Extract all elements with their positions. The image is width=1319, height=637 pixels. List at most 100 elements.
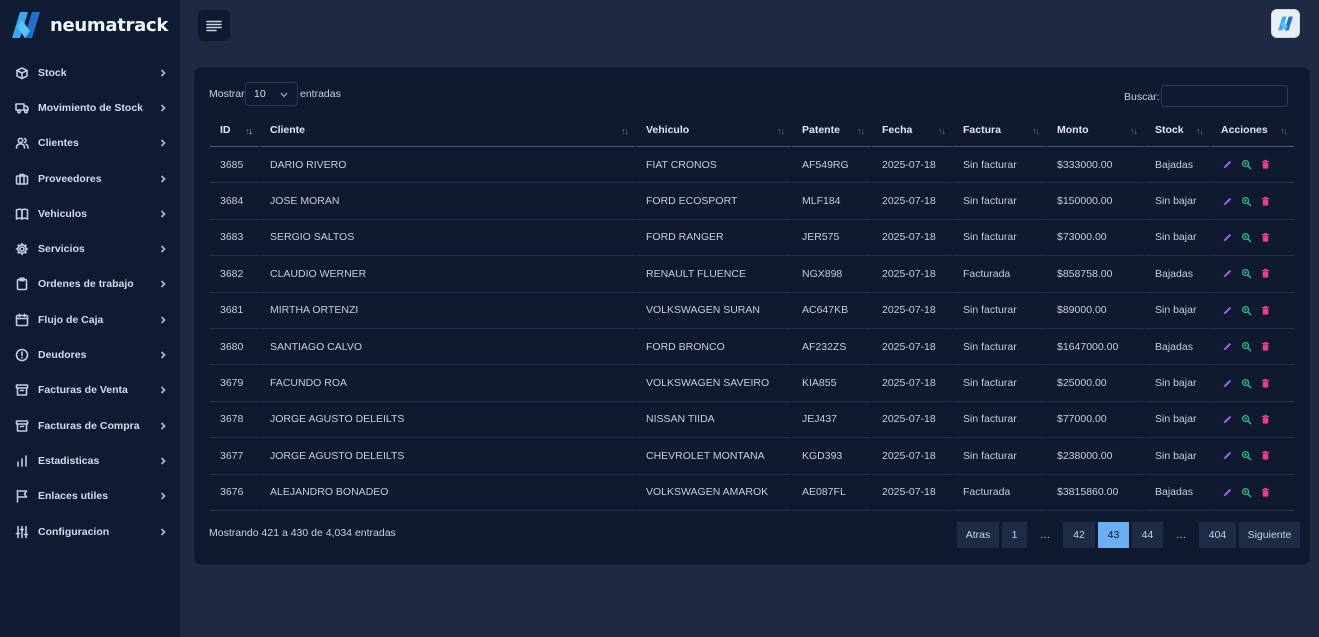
column-header-factura[interactable]: Factura ↑↓ — [953, 114, 1047, 147]
column-header-monto[interactable]: Monto ↑↓ — [1047, 114, 1145, 147]
view-icon[interactable] — [1240, 486, 1253, 499]
cell-cliente: DARIO RIVERO — [260, 147, 636, 184]
column-header-label: Cliente — [270, 124, 306, 136]
briefcase-icon — [14, 171, 29, 186]
cell-vehiculo: CHEVROLET MONTANA — [636, 438, 792, 475]
edit-icon[interactable] — [1221, 231, 1234, 244]
cell-patente: MLF184 — [792, 183, 872, 220]
page-button[interactable]: 404 — [1199, 522, 1236, 548]
delete-icon[interactable] — [1259, 486, 1272, 499]
sidebar-item-estadisticas[interactable]: Estadisticas — [0, 443, 180, 478]
sort-icon: ↑↓ — [777, 126, 785, 136]
page-button[interactable]: 44 — [1132, 522, 1163, 548]
edit-icon[interactable] — [1221, 267, 1234, 280]
flag-icon — [14, 489, 29, 504]
view-icon[interactable] — [1240, 304, 1253, 317]
page-button-current[interactable]: 43 — [1098, 522, 1129, 548]
column-header-fecha[interactable]: Fecha ↑↓ — [872, 114, 953, 147]
page-size-select[interactable]: 10 — [245, 82, 298, 106]
delete-icon[interactable] — [1259, 304, 1272, 317]
cell-acciones — [1211, 365, 1295, 402]
prev-page-button[interactable]: Atras — [957, 522, 999, 548]
cell-monto: $333000.00 — [1047, 147, 1145, 184]
chevron-right-icon — [158, 209, 168, 219]
view-icon[interactable] — [1240, 267, 1253, 280]
edit-icon[interactable] — [1221, 377, 1234, 390]
sidebar-item-movimiento-de-stock[interactable]: Movimiento de Stock — [0, 90, 180, 125]
sidebar-item-deudores[interactable]: Deudores — [0, 337, 180, 372]
column-header-vehiculo[interactable]: Vehiculo ↑↓ — [636, 114, 792, 147]
page-button[interactable]: 1 — [1002, 522, 1027, 548]
edit-icon[interactable] — [1221, 195, 1234, 208]
menu-toggle-button[interactable] — [198, 10, 230, 41]
sort-icon: ↑↓ — [1196, 126, 1204, 136]
sort-icon: ↑↓ — [1280, 126, 1288, 136]
cell-patente: AF232ZS — [792, 328, 872, 366]
sidebar-item-label: Servicios — [38, 243, 85, 256]
view-icon[interactable] — [1240, 158, 1253, 171]
sidebar-item-proveedores[interactable]: Proveedores — [0, 161, 180, 196]
chevron-right-icon — [158, 174, 168, 184]
cell-vehiculo: RENAULT FLUENCE — [636, 256, 792, 293]
sidebar-item-facturas-de-venta[interactable]: Facturas de Venta — [0, 373, 180, 408]
column-header-acciones[interactable]: Acciones ↑↓ — [1211, 114, 1295, 147]
sidebar-item-enlaces-utiles[interactable]: Enlaces utiles — [0, 479, 180, 514]
edit-icon[interactable] — [1221, 340, 1234, 353]
column-header-id[interactable]: ID ↑↓ — [210, 114, 260, 147]
sidebar-item-clientes[interactable]: Clientes — [0, 126, 180, 161]
cell-acciones — [1211, 147, 1295, 184]
edit-icon[interactable] — [1221, 449, 1234, 462]
delete-icon[interactable] — [1259, 449, 1272, 462]
view-icon[interactable] — [1240, 377, 1253, 390]
delete-icon[interactable] — [1259, 267, 1272, 280]
cell-cliente: FACUNDO ROA — [260, 365, 636, 402]
sidebar-item-vehiculos[interactable]: Vehiculos — [0, 196, 180, 231]
chevron-right-icon — [158, 527, 168, 537]
edit-icon[interactable] — [1221, 413, 1234, 426]
sidebar-item-flujo-de-caja[interactable]: Flujo de Caja — [0, 302, 180, 337]
delete-icon[interactable] — [1259, 158, 1272, 171]
cell-id: 3683 — [210, 219, 260, 257]
cell-acciones — [1211, 474, 1295, 511]
cell-monto: $73000.00 — [1047, 219, 1145, 257]
column-header-label: Factura — [963, 124, 1001, 136]
column-header-patente[interactable]: Patente ↑↓ — [792, 114, 872, 147]
sidebar-item-facturas-de-compra[interactable]: Facturas de Compra — [0, 408, 180, 443]
sidebar-item-servicios[interactable]: Servicios — [0, 231, 180, 266]
table-row: 3676 ALEJANDRO BONADEO VOLKSWAGEN AMAROK AE… — [210, 474, 1295, 511]
sidebar-item-configuracion[interactable]: Configuracion — [0, 514, 180, 549]
cell-fecha: 2025-07-18 — [872, 401, 953, 439]
cell-patente: JER575 — [792, 219, 872, 257]
column-header-stock[interactable]: Stock ↑↓ — [1145, 114, 1211, 147]
edit-icon[interactable] — [1221, 304, 1234, 317]
view-icon[interactable] — [1240, 413, 1253, 426]
page-size-value: 10 — [254, 88, 266, 100]
view-icon[interactable] — [1240, 231, 1253, 244]
delete-icon[interactable] — [1259, 413, 1272, 426]
archive-icon — [14, 418, 29, 433]
sidebar-item-label: Facturas de Compra — [38, 419, 140, 432]
page-button[interactable]: 42 — [1063, 522, 1095, 548]
column-header-cliente[interactable]: Cliente ↑↓ — [260, 114, 636, 147]
brand[interactable]: neumatrack — [6, 11, 168, 39]
delete-icon[interactable] — [1259, 377, 1272, 390]
column-header-label: Acciones — [1221, 124, 1268, 136]
cell-monto: $3815860.00 — [1047, 474, 1145, 511]
sidebar-item-ordenes-de-trabajo[interactable]: Ordenes de trabajo — [0, 267, 180, 302]
cell-vehiculo: NISSAN TIIDA — [636, 401, 792, 439]
cell-stock: Sin bajar — [1145, 292, 1211, 329]
next-page-button[interactable]: Siguiente — [1239, 522, 1300, 548]
users-icon — [14, 136, 29, 151]
table-body: 3685 DARIO RIVERO FIAT CRONOS AF549RG 2025-0… — [210, 147, 1295, 511]
edit-icon[interactable] — [1221, 158, 1234, 171]
view-icon[interactable] — [1240, 340, 1253, 353]
delete-icon[interactable] — [1259, 231, 1272, 244]
delete-icon[interactable] — [1259, 195, 1272, 208]
view-icon[interactable] — [1240, 449, 1253, 462]
search-input[interactable] — [1161, 85, 1288, 107]
view-icon[interactable] — [1240, 195, 1253, 208]
sidebar-item-stock[interactable]: Stock — [0, 55, 180, 90]
avatar[interactable] — [1271, 9, 1300, 38]
delete-icon[interactable] — [1259, 340, 1272, 353]
edit-icon[interactable] — [1221, 486, 1234, 499]
